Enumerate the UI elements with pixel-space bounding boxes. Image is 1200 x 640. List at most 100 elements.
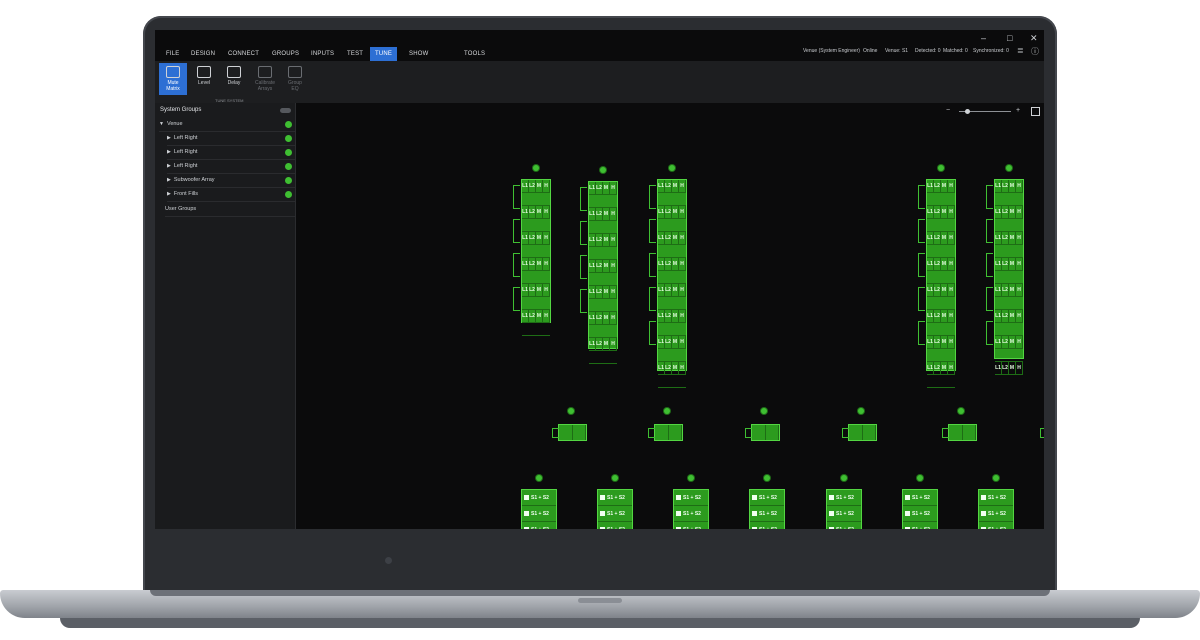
- fill-cabinet[interactable]: S1 + S2: [522, 522, 556, 529]
- array-cabinet[interactable]: L1 L2 M H: [658, 232, 686, 245]
- array-cabinet[interactable]: L1 L2 M H: [927, 258, 955, 271]
- front-fill-stack[interactable]: S1 + S2 S1 + S2 S1 + S2: [978, 489, 1014, 529]
- subwoofer-pair[interactable]: [654, 424, 683, 441]
- array-cabinet[interactable]: L1 L2 M H: [658, 362, 686, 375]
- subwoofer-pair[interactable]: [558, 424, 587, 441]
- fill-cabinet[interactable]: S1 + S2: [522, 506, 556, 522]
- fill-cabinet[interactable]: S1 + S2: [674, 490, 708, 506]
- front-fill-stack[interactable]: S1 + S2 S1 + S2 S1 + S2: [521, 489, 557, 529]
- array-cabinet[interactable]: L1 L2 M H: [927, 180, 955, 193]
- mute-icon[interactable]: [981, 527, 986, 529]
- fill-group-dot[interactable]: [688, 475, 694, 481]
- fill-cabinet[interactable]: S1 + S2: [979, 506, 1013, 522]
- fill-group-dot[interactable]: [841, 475, 847, 481]
- array-cabinet[interactable]: L1 L2 M H: [522, 310, 550, 323]
- array-cabinet[interactable]: L1 L2 M H: [589, 312, 617, 325]
- sidebar-item-left-right-1[interactable]: ▶ Left Right: [167, 132, 295, 146]
- subwoofer-cabinet[interactable]: [573, 425, 586, 440]
- front-fill-stack[interactable]: S1 + S2 S1 + S2 S1 + S2: [902, 489, 938, 529]
- array-cabinet[interactable]: [995, 219, 1023, 232]
- subwoofer-pair[interactable]: [751, 424, 780, 441]
- subwoofer-cabinet[interactable]: [849, 425, 863, 440]
- maximize-button[interactable]: □: [1007, 33, 1012, 43]
- array-cabinet[interactable]: L1 L2 M H: [522, 206, 550, 219]
- front-fill-stack[interactable]: S1 + S2 S1 + S2 S1 + S2: [749, 489, 785, 529]
- mute-matrix-button[interactable]: Mute Matrix: [159, 63, 187, 95]
- array-cabinet[interactable]: L1 L2 M H: [658, 310, 686, 323]
- array-cabinet[interactable]: L1 L2 M H: [589, 338, 617, 351]
- subwoofer-cabinet[interactable]: [559, 425, 573, 440]
- array-cabinet[interactable]: [995, 297, 1023, 310]
- group-dot[interactable]: [285, 121, 292, 128]
- fill-group-dot[interactable]: [612, 475, 618, 481]
- fill-cabinet[interactable]: S1 + S2: [903, 490, 937, 506]
- mute-icon[interactable]: [905, 527, 910, 529]
- array-group-dot[interactable]: [533, 165, 539, 171]
- sub-group-dot[interactable]: [568, 408, 574, 414]
- array-cabinet[interactable]: [522, 219, 550, 232]
- sidebar-item-left-right-3[interactable]: ▶ Left Right: [167, 160, 295, 174]
- array-cabinet[interactable]: [589, 273, 617, 286]
- array-cabinet[interactable]: [995, 323, 1023, 336]
- fill-group-dot[interactable]: [917, 475, 923, 481]
- subwoofer-cabinet[interactable]: [863, 425, 876, 440]
- minimize-button[interactable]: –: [981, 33, 986, 43]
- mute-icon[interactable]: [752, 527, 757, 529]
- subwoofer-cabinet[interactable]: [766, 425, 779, 440]
- fill-cabinet[interactable]: S1 + S2: [750, 506, 784, 522]
- array-cabinet[interactable]: L1 L2 M H: [589, 234, 617, 247]
- array-cabinet[interactable]: L1 L2 M H: [995, 336, 1023, 349]
- subwoofer-cabinet[interactable]: [655, 425, 669, 440]
- sub-group-dot[interactable]: [664, 408, 670, 414]
- array-cabinet[interactable]: [927, 323, 955, 336]
- array-cabinet[interactable]: [658, 193, 686, 206]
- mute-icon[interactable]: [600, 495, 605, 500]
- help-icon[interactable]: ⓘ: [1031, 46, 1039, 57]
- array-cabinet[interactable]: L1 L2 M H: [589, 260, 617, 273]
- fill-cabinet[interactable]: S1 + S2: [827, 506, 861, 522]
- sub-group-dot[interactable]: [761, 408, 767, 414]
- array-cabinet[interactable]: L1 L2 M H: [995, 284, 1023, 297]
- array-cabinet[interactable]: [522, 271, 550, 284]
- zoom-slider-handle[interactable]: [965, 109, 970, 114]
- mute-icon[interactable]: [600, 527, 605, 529]
- array-cabinet[interactable]: L1 L2 M H: [927, 284, 955, 297]
- mute-icon[interactable]: [676, 495, 681, 500]
- subwoofer-pair[interactable]: [848, 424, 877, 441]
- array-cabinet[interactable]: L1 L2 M H: [589, 182, 617, 195]
- array-cabinet[interactable]: [995, 193, 1023, 206]
- array-cabinet[interactable]: [589, 195, 617, 208]
- fill-cabinet[interactable]: S1 + S2: [750, 490, 784, 506]
- array-cabinet[interactable]: L1 L2 M H: [995, 310, 1023, 323]
- array-cabinet[interactable]: L1 L2 M H: [995, 258, 1023, 271]
- array-cabinet[interactable]: [658, 349, 686, 362]
- array-cabinet[interactable]: L1 L2 M H: [927, 336, 955, 349]
- line-array[interactable]: L1 L2 M H L1 L2 M H L1 L2 M H L1 L2 M H L1 L2 M H L1 L2 M H: [521, 179, 551, 336]
- array-cabinet[interactable]: L1 L2 M H: [522, 258, 550, 271]
- line-array[interactable]: L1 L2 M H L1 L2 M H L1 L2 M H L1 L2 M H L1 L2 M H L1 L2 M H L1 L2…: [994, 179, 1024, 375]
- array-cabinet[interactable]: L1 L2 M H: [522, 232, 550, 245]
- array-cabinet[interactable]: L1 L2 M H: [927, 206, 955, 219]
- subwoofer-cabinet[interactable]: [669, 425, 682, 440]
- array-cabinet[interactable]: [995, 271, 1023, 284]
- zoom-in-button[interactable]: +: [1016, 107, 1020, 114]
- line-array[interactable]: L1 L2 M H L1 L2 M H L1 L2 M H L1 L2 M H L1 L2 M H L1 L2 M H L1 L2…: [657, 179, 687, 388]
- delay-button[interactable]: Delay: [220, 63, 248, 95]
- groups-toggle[interactable]: [280, 108, 291, 113]
- fill-cabinet[interactable]: S1 + S2: [827, 522, 861, 529]
- array-cabinet[interactable]: [927, 193, 955, 206]
- menu-tune[interactable]: TUNE: [370, 47, 398, 61]
- array-cabinet[interactable]: [927, 375, 955, 388]
- fill-cabinet[interactable]: S1 + S2: [903, 522, 937, 529]
- mute-icon[interactable]: [905, 495, 910, 500]
- group-dot[interactable]: [285, 177, 292, 184]
- fill-cabinet[interactable]: S1 + S2: [598, 506, 632, 522]
- fill-cabinet[interactable]: S1 + S2: [979, 490, 1013, 506]
- mute-icon[interactable]: [524, 495, 529, 500]
- array-cabinet[interactable]: [927, 245, 955, 258]
- array-cabinet[interactable]: [589, 221, 617, 234]
- mute-icon[interactable]: [829, 527, 834, 529]
- line-array[interactable]: L1 L2 M H L1 L2 M H L1 L2 M H L1 L2 M H L1 L2 M H L1 L2 M H L1 L2…: [588, 181, 618, 364]
- fill-cabinet[interactable]: S1 + S2: [827, 490, 861, 506]
- sidebar-item-left-right-2[interactable]: ▶ Left Right: [167, 146, 295, 160]
